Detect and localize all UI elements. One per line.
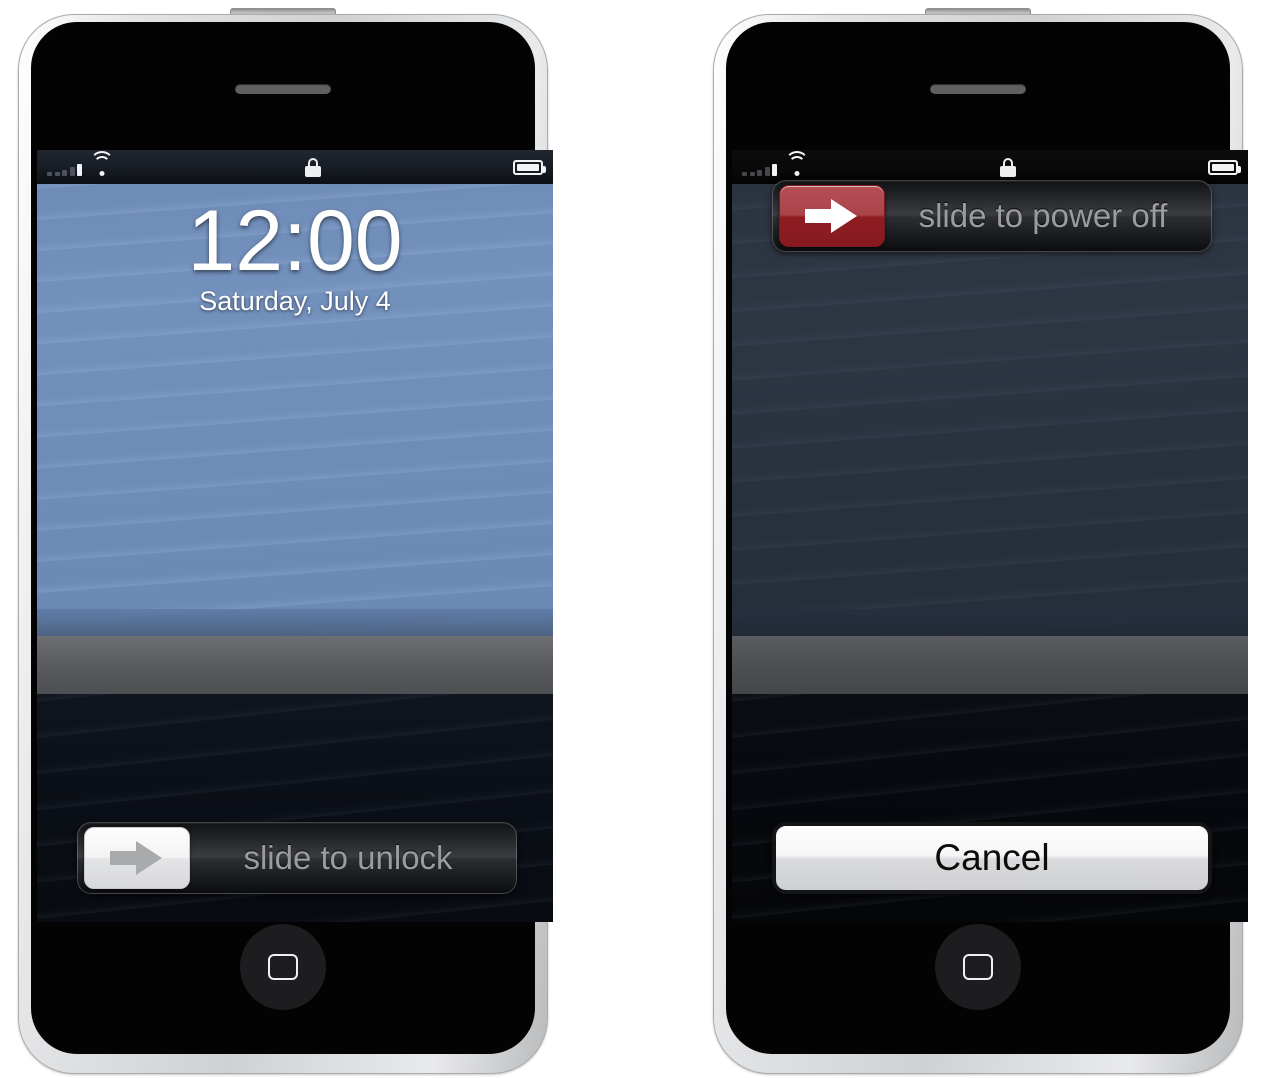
arrow-head (831, 199, 857, 233)
slider-knob-unlock[interactable] (84, 827, 190, 889)
phone-power-off-screen: slide to power off Cancel (713, 8, 1248, 1078)
signal-bar-1 (47, 171, 52, 176)
wallpaper (732, 150, 1248, 922)
lock-icon (305, 157, 321, 177)
lock-body (1000, 165, 1016, 177)
status-bar-right (513, 159, 553, 175)
battery-cap (543, 165, 546, 173)
arrow-head (136, 841, 162, 875)
status-bar (732, 150, 1248, 184)
speaker-grille (930, 84, 1026, 94)
status-bar-right (1208, 159, 1248, 175)
status-bar-left (732, 150, 809, 176)
cancel-button-label: Cancel (934, 837, 1050, 878)
speaker-grille (235, 84, 331, 94)
battery-cap (1238, 165, 1241, 173)
scene-root: 12:00 Saturday, July 4 slide to unlock s… (0, 0, 1280, 1074)
signal-bar-5 (772, 163, 777, 176)
wifi-dot (794, 170, 800, 176)
signal-bars-icon (742, 160, 777, 176)
right-arrow-icon (805, 199, 859, 233)
slider-knob-power-off[interactable] (779, 185, 885, 247)
home-button[interactable] (240, 924, 326, 1010)
home-button[interactable] (935, 924, 1021, 1010)
status-bar-center (113, 157, 513, 177)
wallpaper (37, 150, 553, 922)
battery-fill (1212, 163, 1234, 171)
status-bar-center (808, 157, 1208, 177)
signal-bar-3 (62, 169, 67, 176)
wifi-dot (99, 170, 105, 176)
lock-body (305, 165, 321, 177)
phone-screen-power-off[interactable]: slide to power off Cancel (732, 150, 1248, 922)
slide-to-power-off-label: slide to power off (918, 197, 1168, 234)
right-arrow-icon (110, 841, 164, 875)
signal-bar-2 (54, 171, 60, 176)
signal-bar-1 (742, 171, 747, 176)
wifi-icon (90, 150, 114, 176)
home-button-square-icon (268, 954, 298, 980)
status-bar (37, 150, 553, 184)
wallpaper-gray-band (732, 636, 1248, 695)
signal-bar-4 (69, 166, 75, 176)
wallpaper-streaks (37, 150, 553, 637)
wallpaper-gray-band (37, 636, 553, 695)
signal-bar-2 (749, 171, 755, 176)
signal-bar-3 (757, 169, 762, 176)
battery-icon (513, 159, 546, 175)
status-bar-left (37, 150, 114, 176)
signal-bar-4 (764, 166, 770, 176)
phone-screen-lock[interactable]: 12:00 Saturday, July 4 slide to unlock (37, 150, 553, 922)
phone-lock-screen: 12:00 Saturday, July 4 slide to unlock (18, 8, 553, 1078)
home-button-square-icon (963, 954, 993, 980)
signal-bar-5 (77, 163, 82, 176)
slide-to-unlock-label: slide to unlock (243, 839, 453, 876)
slide-to-unlock-slider[interactable]: slide to unlock (77, 822, 517, 894)
battery-fill (517, 163, 539, 171)
lock-icon (1000, 157, 1016, 177)
device-face: 12:00 Saturday, July 4 slide to unlock (31, 22, 553, 1054)
slide-to-power-off-slider[interactable]: slide to power off (772, 180, 1212, 252)
device-face: slide to power off Cancel (726, 22, 1248, 1054)
cancel-button[interactable]: Cancel (772, 822, 1212, 894)
wifi-icon (785, 150, 809, 176)
battery-icon (1208, 159, 1241, 175)
signal-bars-icon (47, 160, 82, 176)
